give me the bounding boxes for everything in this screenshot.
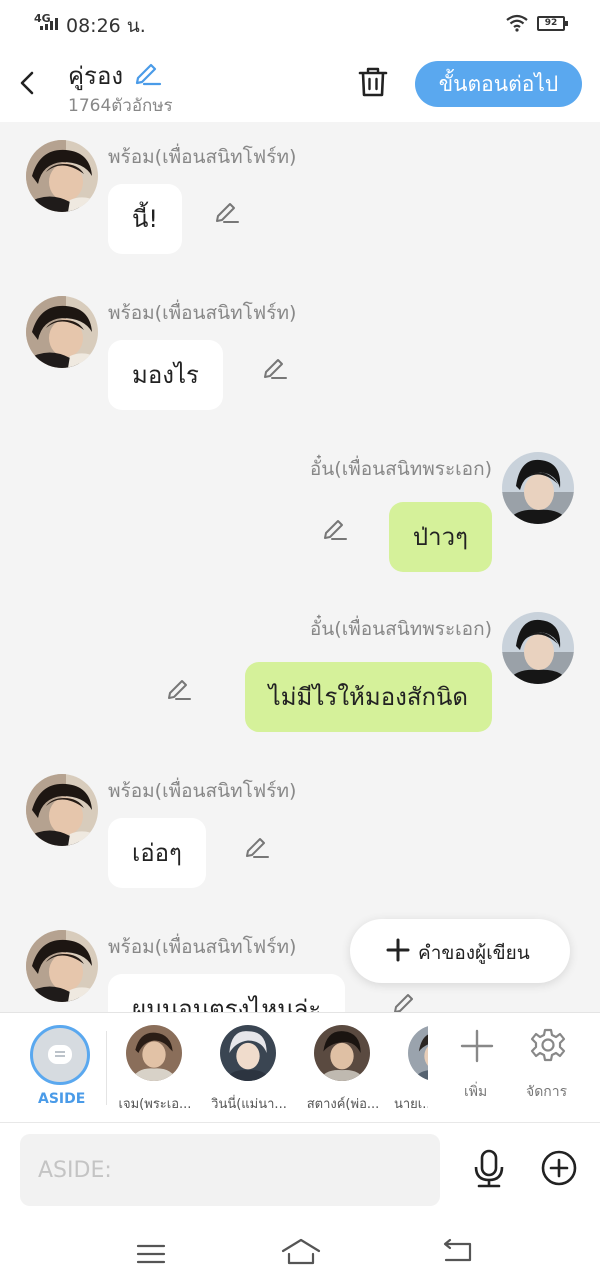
character-name: เจม(พระเอ... (118, 1097, 192, 1112)
character-name: นายเ... (394, 1097, 428, 1112)
message-bubble[interactable]: ผมนอนตรงไหนล่ะ (108, 974, 346, 1012)
chat-bubble-icon (48, 1045, 72, 1064)
speaker-name: พร้อม(เพื่อนสนิทโฟร์ท) (108, 780, 297, 802)
system-nav-bar (0, 1222, 600, 1287)
edit-message-icon[interactable] (262, 353, 288, 379)
wifi-icon (506, 14, 528, 32)
manage-label[interactable]: จัดการ (526, 1081, 567, 1103)
header: คู่รอง 1764ตัวอักษร ขั้นตอนต่อไป (0, 46, 600, 122)
aside-button[interactable] (30, 1025, 90, 1085)
speaker-name: อั๋น(เพื่อนสนิทพระเอก) (309, 458, 492, 480)
message-input[interactable] (20, 1134, 440, 1206)
character-count: 1764ตัวอักษร (68, 96, 173, 116)
back-arrow-icon[interactable] (14, 64, 42, 102)
avatar[interactable] (26, 296, 98, 368)
status-time: 08:26 น. (66, 15, 146, 37)
trash-icon[interactable] (356, 64, 390, 100)
back-icon[interactable] (440, 1238, 474, 1266)
gear-icon[interactable] (530, 1027, 566, 1063)
message-bubble[interactable]: ไม่มีไรให้มองสักนิด (244, 662, 492, 732)
character-name: สตางค์(พ่อ... (306, 1097, 380, 1112)
add-circle-icon[interactable] (540, 1149, 578, 1187)
battery-icon: 92 (537, 16, 568, 31)
microphone-icon[interactable] (470, 1149, 508, 1189)
edit-title-icon[interactable] (132, 58, 162, 86)
page-title: คู่รอง (68, 62, 124, 90)
input-bar (0, 1122, 600, 1222)
avatar[interactable] (26, 140, 98, 212)
avatar (126, 1025, 182, 1081)
speaker-name: พร้อม(เพื่อนสนิทโฟร์ท) (108, 936, 297, 958)
avatar[interactable] (26, 930, 98, 1002)
author-note-label: คำของผู้เขียน (418, 942, 530, 964)
character-name: วินนี่(แม่นา... (211, 1097, 287, 1112)
edit-message-icon[interactable] (166, 674, 192, 700)
character-list[interactable]: เจม(พระเอ... วินนี่(แม่นา... สตางค์(พ่อ.… (112, 1013, 428, 1123)
next-step-button[interactable]: ขั้นตอนต่อไป (415, 61, 582, 107)
character-item[interactable]: นายเ... (394, 1013, 428, 1123)
message-bubble[interactable]: เอ่อๆ (108, 818, 206, 888)
divider (106, 1031, 107, 1105)
home-icon[interactable] (280, 1236, 322, 1266)
message-bubble[interactable]: มองไร (108, 340, 223, 410)
signal-icon (40, 18, 62, 30)
avatar (408, 1025, 428, 1081)
add-label[interactable]: เพิ่ม (464, 1081, 487, 1103)
edit-message-icon[interactable] (244, 832, 270, 858)
message-bubble[interactable]: นี้! (108, 184, 183, 254)
add-character-icon[interactable] (460, 1029, 494, 1063)
speaker-name: อั๋น(เพื่อนสนิทพระเอก) (309, 618, 492, 640)
status-bar: 4G 08:26 น. 92 (0, 0, 600, 46)
chat-area[interactable]: พร้อม(เพื่อนสนิทโฟร์ท) นี้! พร้อม(เพื่อน… (0, 122, 600, 1012)
avatar (220, 1025, 276, 1081)
speaker-name: พร้อม(เพื่อนสนิทโฟร์ท) (108, 302, 297, 324)
avatar[interactable] (26, 774, 98, 846)
edit-message-icon[interactable] (322, 514, 348, 540)
character-item[interactable]: วินนี่(แม่นา... (206, 1013, 292, 1123)
author-note-button[interactable]: คำของผู้เขียน (350, 919, 570, 983)
avatar (314, 1025, 370, 1081)
character-item[interactable]: เจม(พระเอ... (112, 1013, 198, 1123)
aside-label: ASIDE (38, 1091, 86, 1107)
speaker-name: พร้อม(เพื่อนสนิทโฟร์ท) (108, 146, 297, 168)
edit-message-icon[interactable] (392, 988, 418, 1012)
avatar[interactable] (502, 452, 574, 524)
menu-icon[interactable] (136, 1242, 166, 1266)
character-item[interactable]: สตางค์(พ่อ... (300, 1013, 386, 1123)
character-bar: ASIDE เจม(พระเอ... วินนี่(แม่นา... สตางค… (0, 1012, 600, 1122)
plus-icon (386, 938, 410, 962)
edit-message-icon[interactable] (214, 197, 240, 223)
avatar[interactable] (502, 612, 574, 684)
message-bubble[interactable]: ป่าวๆ (388, 502, 492, 572)
